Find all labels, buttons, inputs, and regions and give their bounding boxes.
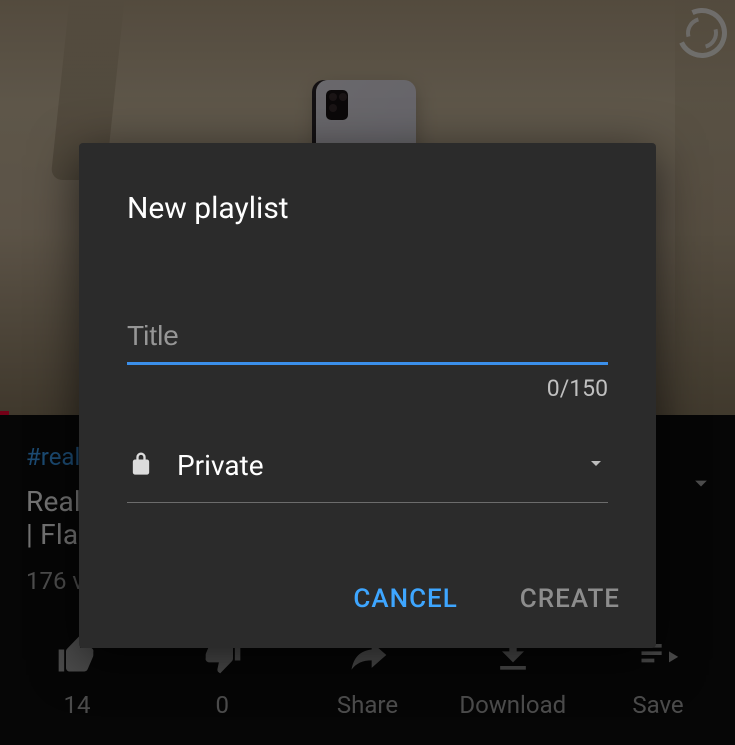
lock-icon bbox=[127, 446, 155, 484]
privacy-selected-value: Private bbox=[177, 449, 562, 482]
title-char-counter: 0/150 bbox=[127, 375, 608, 402]
cancel-button[interactable]: CANCEL bbox=[353, 584, 457, 614]
dialog-actions: CANCEL CREATE bbox=[353, 584, 620, 614]
playlist-title-input[interactable] bbox=[127, 314, 608, 365]
create-button[interactable]: CREATE bbox=[520, 584, 620, 614]
privacy-dropdown[interactable]: Private bbox=[127, 446, 608, 503]
dialog-title: New playlist bbox=[127, 191, 608, 226]
caret-down-icon bbox=[584, 451, 608, 479]
new-playlist-dialog: New playlist 0/150 Private CANCEL CREATE bbox=[79, 143, 656, 648]
title-field: 0/150 bbox=[127, 314, 608, 402]
